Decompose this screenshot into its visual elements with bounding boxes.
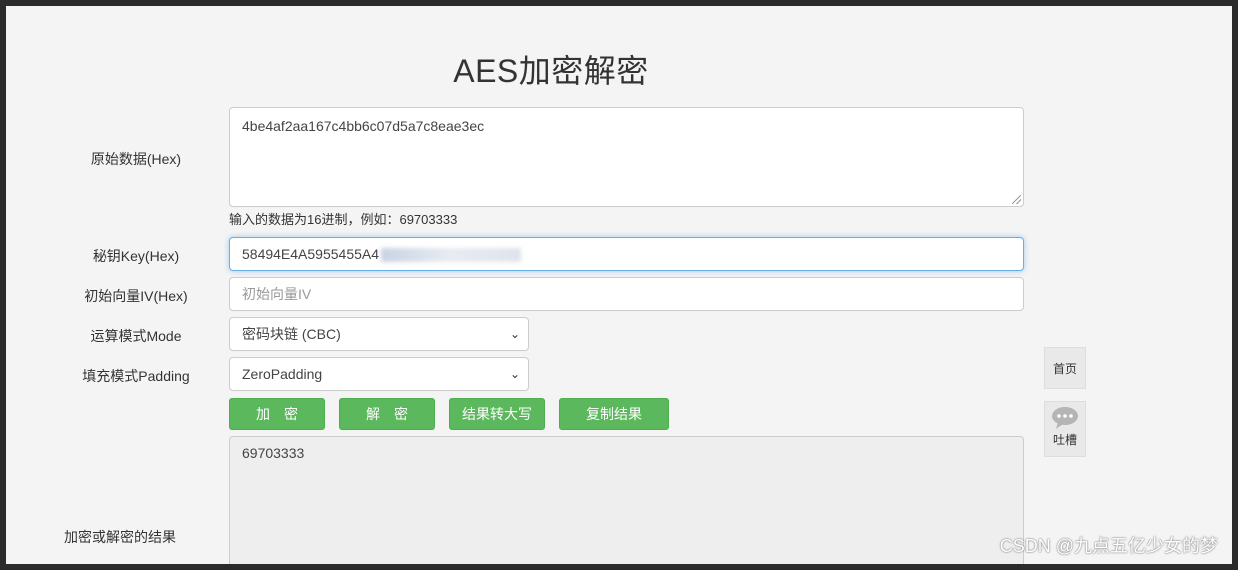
home-side-label: 首页 bbox=[1052, 362, 1077, 376]
iv-label: 初始向量IV(Hex) bbox=[84, 288, 188, 304]
feedback-side-label: 吐槽 bbox=[1052, 433, 1077, 447]
page-frame: AES加密解密 原始数据(Hex) 4be4af2aa167c4bb6c07d5… bbox=[6, 6, 1232, 564]
csdn-watermark: CSDN @九点五亿少女的梦 bbox=[999, 536, 1218, 556]
padding-select[interactable]: ZeroPadding ⌄ bbox=[229, 357, 529, 391]
mode-label: 运算模式Mode bbox=[90, 328, 182, 344]
feedback-side-button[interactable]: 吐槽 bbox=[1044, 401, 1086, 457]
redacted-blur bbox=[381, 248, 522, 263]
result-value: 69703333 bbox=[242, 445, 305, 461]
raw-data-hint: 输入的数据为16进制，例如：69703333 bbox=[229, 212, 458, 227]
key-input[interactable]: 58494E4A5955455A4 bbox=[229, 237, 1024, 271]
chat-bubble-icon bbox=[1052, 407, 1078, 429]
iv-placeholder: 初始向量IV bbox=[242, 286, 312, 302]
encrypt-button[interactable]: 加 密 bbox=[229, 398, 325, 430]
chevron-down-icon: ⌄ bbox=[509, 327, 520, 341]
padding-label: 填充模式Padding bbox=[82, 368, 190, 384]
resize-handle-icon[interactable] bbox=[1012, 195, 1021, 204]
decrypt-button[interactable]: 解 密 bbox=[339, 398, 435, 430]
mode-value: 密码块链 (CBC) bbox=[242, 326, 341, 342]
page-title: AES加密解密 bbox=[453, 53, 649, 89]
copy-result-button[interactable]: 复制结果 bbox=[559, 398, 669, 430]
mode-select[interactable]: 密码块链 (CBC) ⌄ bbox=[229, 317, 529, 351]
key-label: 秘钥Key(Hex) bbox=[92, 248, 180, 264]
key-value: 58494E4A5955455A4 bbox=[242, 246, 380, 262]
raw-data-textarea[interactable]: 4be4af2aa167c4bb6c07d5a7c8eae3ec bbox=[229, 107, 1024, 207]
iv-input[interactable]: 初始向量IV bbox=[229, 277, 1024, 311]
chevron-down-icon: ⌄ bbox=[509, 367, 520, 381]
home-side-button[interactable]: 首页 bbox=[1044, 347, 1086, 389]
raw-data-label: 原始数据(Hex) bbox=[90, 151, 182, 167]
padding-value: ZeroPadding bbox=[242, 366, 323, 382]
result-textarea[interactable]: 69703333 bbox=[229, 436, 1024, 564]
uppercase-button[interactable]: 结果转大写 bbox=[449, 398, 545, 430]
raw-data-value: 4be4af2aa167c4bb6c07d5a7c8eae3ec bbox=[242, 118, 485, 134]
result-label: 加密或解密的结果 bbox=[64, 529, 176, 545]
